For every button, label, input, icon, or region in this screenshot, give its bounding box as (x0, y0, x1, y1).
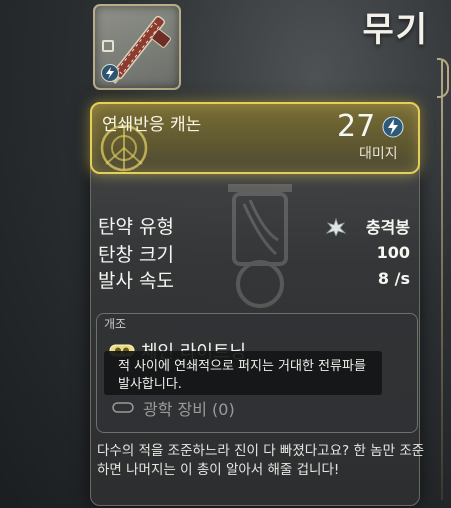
frame-edge-line (441, 60, 443, 500)
weapon-description: 다수의 적을 조준하느라 진이 다 빠졌다고요? 한 놈만 조준하면 나머지는 … (97, 443, 425, 478)
frame-edge-ornament (437, 58, 449, 98)
mod-tooltip-text: 적 사이에 연쇄적으로 퍼지는 거대한 전류파를 발사합니다. (118, 359, 366, 392)
ammo-icon (102, 40, 114, 52)
stat-magazine-label: 탄창 크기 (98, 244, 174, 266)
lightning-icon (101, 64, 119, 82)
damage-label: 대미지 (359, 146, 398, 162)
faction-watermark-icon (228, 184, 292, 308)
mods-section-label: 개조 (104, 317, 127, 331)
page-title: 무기 (362, 10, 429, 50)
stat-ammo-type-label: 탄약 유형 (98, 216, 174, 238)
lightning-icon (382, 116, 404, 138)
stat-fire-rate-label: 발사 속도 (98, 270, 174, 292)
stat-ammo-type-value: 충격봉 (365, 218, 410, 237)
weapon-thumbnail[interactable] (93, 4, 181, 90)
stat-magazine-value: 100 (376, 243, 410, 262)
empty-slot-icon (112, 402, 134, 413)
damage-value: 27 (337, 109, 376, 144)
weapon-name: 연쇄반응 캐논 (102, 115, 202, 135)
mod-optics-slot[interactable]: 광학 장비 (0) (143, 396, 235, 420)
stat-fire-rate-value: 8 /s (377, 269, 410, 288)
